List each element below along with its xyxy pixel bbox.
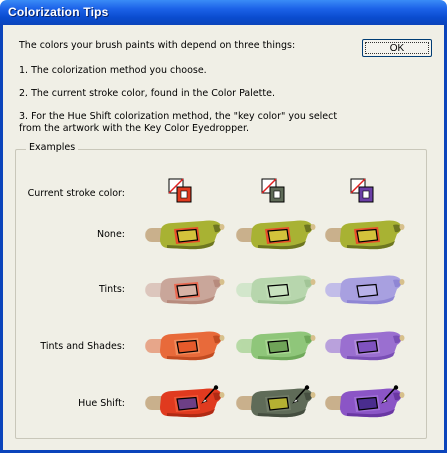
row-label-hue-shift: Hue Shift: [78, 398, 125, 409]
brush-tints-and-shades-2 [236, 331, 316, 361]
row-label-current-stroke: Current stroke color: [27, 188, 125, 199]
brush-hue-shift-1 [145, 385, 225, 418]
stroke-swatch-purple [350, 178, 374, 203]
examples-group-label: Examples [26, 142, 79, 153]
brush-none-3 [325, 220, 405, 250]
brush-tints-and-shades-3 [325, 331, 405, 361]
brush-none-2 [236, 220, 316, 250]
intro-text: The colors your brush paints with depend… [19, 40, 296, 51]
ok-button[interactable]: OK [362, 39, 432, 57]
tip-2: 2. The current stroke color, found in th… [19, 88, 275, 99]
brush-tints-2 [236, 275, 316, 305]
tip-3: 3. For the Hue Shift colorization method… [19, 111, 338, 122]
brush-hue-shift-2 [236, 385, 316, 418]
brush-hue-shift-3 [325, 385, 405, 418]
tip-3-continued: from the artwork with the Key Color Eyed… [19, 123, 250, 134]
tip-1: 1. The colorization method you choose. [19, 65, 207, 76]
stroke-swatch-gray [261, 178, 285, 203]
brush-tints-3 [325, 275, 405, 305]
row-label-tints: Tints: [98, 284, 125, 295]
brush-tints-and-shades-1 [145, 331, 225, 361]
stroke-swatch-red [168, 178, 192, 203]
window-title: Colorization Tips [8, 5, 109, 19]
title-bar[interactable]: Colorization Tips [0, 0, 447, 25]
brush-none-1 [145, 220, 225, 250]
row-label-tints-and-shades: Tints and Shades: [40, 341, 125, 352]
row-label-none: None: [97, 229, 125, 240]
brush-tints-1 [145, 275, 225, 305]
